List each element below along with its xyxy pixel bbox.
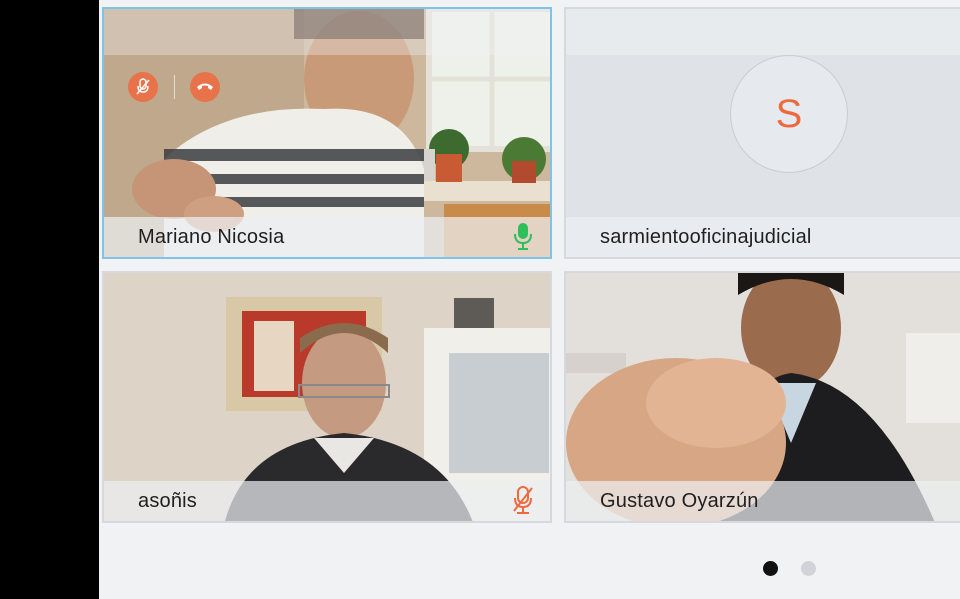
participant-tile-mariano[interactable]: Mariano Nicosia bbox=[102, 7, 552, 259]
participant-name: Gustavo Oyarzún bbox=[600, 490, 759, 512]
controls-overlay bbox=[104, 9, 550, 55]
participant-name-bar: asoñis bbox=[104, 481, 550, 521]
participant-name: asoñis bbox=[138, 490, 198, 512]
mic-off-icon bbox=[136, 78, 150, 95]
participant-tile-sarmiento[interactable]: S sarmientooficinajudicial bbox=[564, 7, 960, 259]
participant-name: sarmientooficinajudicial bbox=[600, 226, 812, 248]
participant-name-bar: sarmientooficinajudicial bbox=[566, 217, 960, 257]
participant-name-bar: Mariano Nicosia bbox=[104, 217, 550, 257]
remove-participant-button[interactable] bbox=[190, 72, 220, 102]
page-dot-1[interactable] bbox=[763, 561, 778, 576]
participant-name-bar: Gustavo Oyarzún bbox=[566, 481, 960, 521]
participant-avatar: S bbox=[730, 55, 848, 173]
participant-tile-gustavo[interactable]: Gustavo Oyarzún bbox=[564, 271, 960, 523]
video-grid: Mariano Nicosia S sarmientooficinajudici… bbox=[99, 0, 960, 599]
mic-active-icon bbox=[514, 223, 532, 250]
tile-top-band bbox=[566, 9, 960, 55]
avatar-letter: S bbox=[775, 91, 803, 136]
mute-participant-button[interactable] bbox=[128, 72, 158, 102]
controls-divider bbox=[174, 75, 175, 99]
mic-muted-icon bbox=[513, 486, 533, 514]
participant-name: Mariano Nicosia bbox=[138, 226, 285, 248]
hangup-icon bbox=[197, 83, 213, 90]
page-dot-2[interactable] bbox=[801, 561, 816, 576]
left-black-bar bbox=[0, 0, 99, 599]
participant-tile-asonis[interactable]: asoñis bbox=[102, 271, 552, 523]
